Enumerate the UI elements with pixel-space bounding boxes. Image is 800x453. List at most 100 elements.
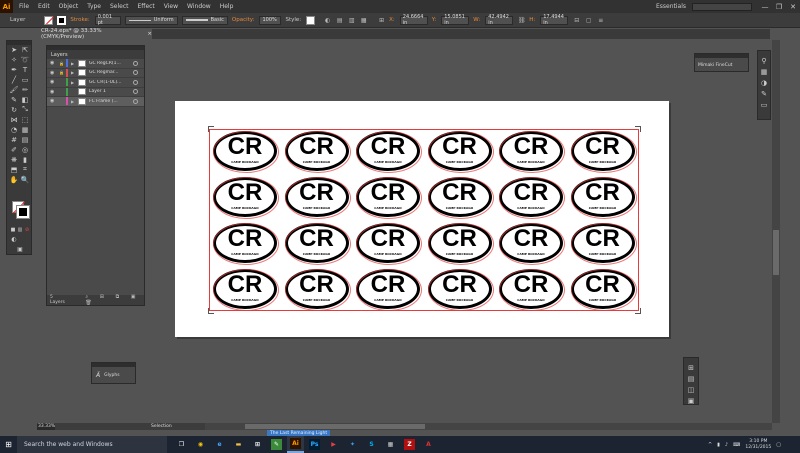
selection-tool-icon[interactable]: ➤ [9,45,19,54]
visibility-eye-icon[interactable]: ◉ [50,70,56,76]
layer-name[interactable]: GC CR(1-UL)... [89,80,127,85]
workspace-switcher[interactable]: Essentials [656,3,686,10]
document-tab[interactable]: CR-24.eps* @ 33.33% (CMYK/Preview) × [37,28,152,40]
layer-row[interactable]: ◉ Layer 1 [47,87,144,97]
cr-sticker[interactable]: CR CAMP ROCKAGO [284,177,351,221]
layers-tab[interactable]: Layers [47,50,144,59]
stock-search-input[interactable] [692,2,752,11]
taskbar-search-box[interactable]: Search the web and Windows [17,436,167,453]
taskbar-acrobat-icon[interactable]: A [420,436,437,453]
cr-sticker[interactable]: CR CAMP ROCKAGO [499,269,565,313]
transform-panel-icon[interactable]: ⊞ [684,362,698,373]
taskbar-skype-icon[interactable]: S [363,436,380,453]
isolate-icon[interactable]: ▢ [584,16,593,25]
network-icon[interactable]: ▮ [717,442,720,448]
stroke-weight-field[interactable]: 0.001 pt [94,14,121,26]
zoom-tool-icon[interactable]: 🔍 [20,175,30,184]
blob-brush-tool-icon[interactable]: ✎ [9,95,19,104]
cr-sticker[interactable]: CR CAMP ROCKAGO [356,131,422,175]
width-tool-icon[interactable]: ⋈ [9,115,19,124]
variable-width-profile[interactable]: Uniform [124,15,178,25]
expand-triangle-icon[interactable]: ▶ [71,80,76,85]
taskbar-edge-icon[interactable]: e [211,436,228,453]
pathfinder-panel-icon[interactable]: ◫ [684,384,698,395]
eraser-tool-icon[interactable]: ◧ [20,95,30,104]
menu-window[interactable]: Window [187,3,211,10]
column-graph-tool-icon[interactable]: ▮ [20,155,30,164]
action-center-icon[interactable]: ▢ [776,442,781,448]
menu-edit[interactable]: Edit [38,3,50,10]
layer-row[interactable]: ◉ ▶ GC CR(1-UL)... [47,78,144,88]
none-mode-icon[interactable]: ⊘ [22,225,32,234]
eyedropper-tool-icon[interactable]: ✐ [9,145,19,154]
panel-menu-icon[interactable]: ≡ [596,16,605,25]
vertical-scroll-thumb[interactable] [773,230,779,275]
rotate-tool-icon[interactable]: ↻ [9,105,19,114]
shape-builder-tool-icon[interactable]: ◔ [9,125,19,134]
menu-type[interactable]: Type [87,3,101,10]
stroke-swatch[interactable] [16,205,30,219]
layer-target-icon[interactable] [133,70,138,76]
maximize-button[interactable]: ❐ [772,0,786,13]
mesh-tool-icon[interactable]: # [9,135,19,144]
taskbar-photoshop-icon[interactable]: Ps [306,436,323,453]
x-field[interactable]: 24.6664 in [399,14,428,26]
line-tool-icon[interactable]: ╱ [9,75,19,84]
keyboard-icon[interactable]: ⌨ [733,442,740,448]
expand-triangle-icon[interactable]: ▶ [71,61,76,66]
document-close-icon[interactable]: × [147,31,152,37]
swatches-icon[interactable]: ▦ [758,66,770,77]
cr-sticker[interactable]: CR CAMP ROCKAGO [570,269,637,313]
taskbar-dropbox-icon[interactable]: ✦ [344,436,361,453]
taskbar-illustrator-icon[interactable]: Ai [287,436,304,453]
layer-row[interactable]: ◉ ▶ FC Frame (... [47,97,144,107]
properties-icon[interactable]: ⚲ [758,55,770,66]
cr-sticker[interactable]: CR CAMP ROCKAGO [427,269,494,313]
transform-icon[interactable]: ▦ [359,16,368,25]
taskbar-media-icon[interactable]: ▶ [325,436,342,453]
cr-sticker[interactable]: CR CAMP ROCKAGO [213,131,279,175]
cr-sticker[interactable]: CR CAMP ROCKAGO [356,177,422,221]
layer-name[interactable]: FC Frame (... [89,99,127,104]
lock-icon[interactable]: 🔒 [59,70,64,75]
cr-sticker[interactable]: CR CAMP ROCKAGO [284,131,351,175]
opacity-label[interactable]: Opacity: [232,17,255,23]
align-panel-icon[interactable]: ▤ [684,373,698,384]
taskbar-sticky-icon[interactable]: ✎ [268,436,285,453]
taskbar-calculator-icon[interactable]: ▦ [382,436,399,453]
menu-view[interactable]: View [164,3,178,10]
opacity-field[interactable]: 100% [259,15,282,25]
horizontal-scroll-thumb[interactable] [245,424,425,429]
scale-tool-icon[interactable]: ⤡ [20,105,30,114]
gradient-tool-icon[interactable]: ▤ [20,135,30,144]
menu-object[interactable]: Object [59,3,79,10]
recolor-artwork-icon[interactable]: ◐ [323,16,332,25]
stroke-color-swatch[interactable] [57,15,67,25]
taskbar-clock[interactable]: 3:10 PM 12/31/2015 [745,439,771,451]
expand-triangle-icon[interactable]: ▶ [71,70,76,75]
hand-tool-icon[interactable]: ✋ [9,175,19,184]
vertical-scrollbar[interactable] [772,40,780,423]
layer-row[interactable]: ◉ 🔒 ▶ GC RegCR(1... [47,59,144,69]
slice-tool-icon[interactable]: ⌗ [20,165,30,174]
align-icon[interactable]: ▤ [335,16,344,25]
visibility-eye-icon[interactable]: ◉ [50,89,56,95]
cr-sticker[interactable]: CR CAMP ROCKAGO [570,223,637,267]
cr-sticker[interactable]: CR CAMP ROCKAGO [356,269,422,313]
cr-sticker[interactable]: CR CAMP ROCKAGO [499,177,565,221]
brush-definition[interactable]: Basic [181,15,228,25]
cr-sticker[interactable]: CR CAMP ROCKAGO [284,269,351,313]
appearance-icon[interactable]: ▭ [758,99,770,110]
horizontal-scrollbar[interactable] [205,423,772,430]
close-button[interactable]: ✕ [786,0,800,13]
windows-start-icon[interactable]: ⊞ [0,436,17,453]
cr-sticker[interactable]: CR CAMP ROCKAGO [499,131,565,175]
fill-color-swatch[interactable] [44,15,54,25]
menu-select[interactable]: Select [110,3,129,10]
pencil-tool-icon[interactable]: ✏ [20,85,30,94]
layer-row[interactable]: ◉ 🔒 ▶ GC Regmar... [47,68,144,78]
h-field[interactable]: 17.4944 in [540,14,569,26]
volume-icon[interactable]: ♪ [725,442,728,448]
visibility-eye-icon[interactable]: ◉ [50,79,56,85]
cr-sticker[interactable]: CR CAMP ROCKAGO [427,177,494,221]
